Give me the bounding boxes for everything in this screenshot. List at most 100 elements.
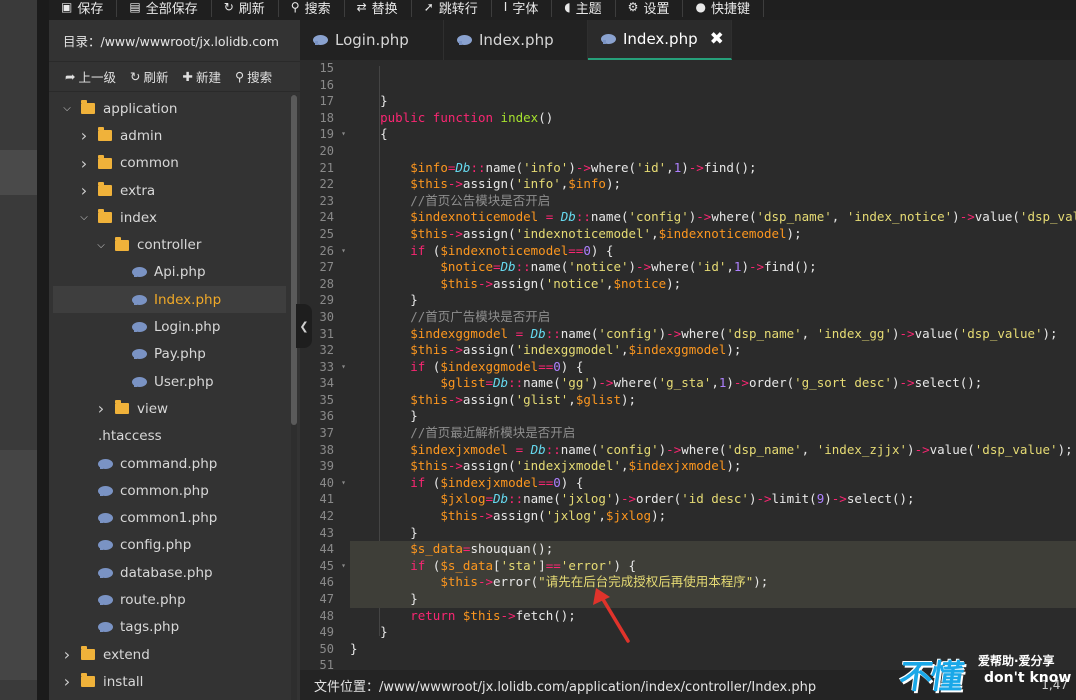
- line-number-text: 45: [319, 558, 334, 573]
- line-number: 36: [300, 408, 350, 425]
- chevron-right-icon[interactable]: ›: [78, 181, 90, 200]
- tree-item-install[interactable]: › install: [49, 668, 289, 695]
- line-number-text: 50: [319, 641, 334, 656]
- code-line: $info=Db::name('info')->where('id',1)->f…: [410, 159, 757, 175]
- tree-item-label: application: [103, 100, 178, 117]
- line-number-text: 46: [319, 575, 334, 590]
- fold-arrow-icon[interactable]: ▾: [341, 126, 346, 143]
- line-number: 43: [300, 525, 350, 542]
- chevron-down-icon[interactable]: ⌵: [78, 212, 90, 223]
- code-line: $jxlog=Db::name('jxlog')->order('id desc…: [440, 491, 915, 507]
- refresh-icon: ↻: [223, 0, 234, 14]
- save-all-button[interactable]: ▤ 全部保存: [117, 0, 212, 17]
- tree-item-index[interactable]: ⌵ index: [49, 204, 289, 231]
- font-button[interactable]: Ⅰ 字体: [492, 0, 553, 17]
- line-number: 24: [300, 209, 350, 226]
- code-editor[interactable]: 15 16 17 18 19 ▾ 20 21 22 23 24 25 26 ▾ 27 28 29 30 31 32 33…: [300, 60, 1076, 670]
- tree-item-tags-php[interactable]: tags.php: [49, 614, 289, 641]
- fold-arrow-icon[interactable]: ▾: [341, 359, 346, 376]
- line-number-text: 30: [319, 309, 334, 324]
- replace-button[interactable]: ⇄ 替换: [345, 0, 412, 17]
- code-content[interactable]: } public function index() { $info=Db::na…: [350, 60, 1076, 670]
- tree-item-index-php[interactable]: Index.php: [53, 286, 286, 314]
- sidebar-search-button[interactable]: ⚲ 搜索: [235, 67, 272, 86]
- tab-login-php[interactable]: Login.php: [300, 20, 444, 60]
- line-number: 49: [300, 624, 350, 641]
- refresh-button[interactable]: ↻ 刷新: [212, 0, 279, 17]
- tree-item-extra[interactable]: › extra: [49, 177, 289, 204]
- folder-icon: [98, 154, 112, 169]
- goto-line-button[interactable]: ➚ 跳转行: [412, 0, 492, 17]
- php-file-icon: [132, 349, 147, 360]
- php-file-icon: [132, 376, 147, 387]
- chevron-left-icon: ❮: [299, 319, 309, 333]
- up-level-button[interactable]: ➦ 上一级: [65, 67, 116, 86]
- watermark-slogan: 爱帮助·爱分享: [978, 654, 1055, 668]
- tab-index-php[interactable]: Index.php: [444, 20, 588, 60]
- tree-item-database-php[interactable]: database.php: [49, 559, 289, 586]
- tree-item-pay-php[interactable]: Pay.php: [49, 341, 289, 368]
- tree-item-login-php[interactable]: Login.php: [49, 313, 289, 340]
- chevron-right-icon[interactable]: ›: [61, 645, 73, 664]
- tree-item-common1-php[interactable]: common1.php: [49, 504, 289, 531]
- save-icon: ▣: [61, 0, 73, 14]
- sidebar-scrollbar[interactable]: [291, 95, 297, 700]
- line-number-text: 38: [319, 442, 334, 457]
- line-number-text: 51: [319, 658, 334, 670]
- line-number: 23: [300, 193, 350, 210]
- tree-item-extend[interactable]: › extend: [49, 641, 289, 668]
- php-file-icon: [601, 34, 616, 44]
- tree-item-application[interactable]: ⌵ application: [49, 95, 289, 122]
- tree-item-controller[interactable]: ⌵ controller: [49, 231, 289, 258]
- search-button[interactable]: ⚲ 搜索: [279, 0, 345, 17]
- tree-item-admin[interactable]: › admin: [49, 122, 289, 149]
- chevron-right-icon[interactable]: ›: [95, 399, 107, 418]
- code-line: public function index(): [380, 109, 554, 125]
- code-line: return $this->fetch();: [410, 607, 576, 623]
- save-button[interactable]: ▣ 保存: [49, 0, 118, 17]
- settings-button[interactable]: ⚙ 设置: [616, 0, 684, 17]
- code-line: }: [350, 93, 388, 109]
- folder-icon: [115, 236, 129, 251]
- php-file-icon: [98, 540, 113, 551]
- close-tab-icon[interactable]: ✖: [710, 29, 724, 49]
- background-band: [0, 450, 37, 680]
- fold-arrow-icon[interactable]: ▾: [341, 475, 346, 492]
- chevron-down-icon[interactable]: ⌵: [95, 240, 107, 251]
- chevron-right-icon[interactable]: ›: [61, 672, 73, 691]
- line-number-text: 32: [319, 343, 334, 358]
- sidebar-refresh-button[interactable]: ↻ 刷新: [130, 67, 169, 86]
- chevron-right-icon[interactable]: ›: [78, 154, 90, 173]
- line-number: 40 ▾: [300, 475, 350, 492]
- tree-item-common-php[interactable]: common.php: [49, 477, 289, 504]
- tree-item-htaccess[interactable]: .htaccess: [49, 423, 289, 450]
- tree-item-user-php[interactable]: User.php: [49, 368, 289, 395]
- tree-item-command-php[interactable]: command.php: [49, 450, 289, 477]
- tab-index-php-active[interactable]: Index.php ✖: [588, 20, 732, 60]
- php-file-icon: [98, 594, 113, 605]
- collapse-sidebar-button[interactable]: ❮: [296, 304, 312, 348]
- line-number: 16: [300, 77, 350, 94]
- line-number: 51: [300, 657, 350, 670]
- code-line: $this->assign('indexjxmodel',$indexjxmod…: [410, 458, 742, 474]
- tree-item-label: common: [120, 155, 179, 172]
- new-file-button[interactable]: ✚ 新建: [183, 67, 222, 86]
- theme-button[interactable]: ◖ 主题: [552, 0, 616, 17]
- scrollbar-thumb[interactable]: [291, 95, 297, 425]
- chevron-down-icon[interactable]: ⌵: [61, 103, 73, 114]
- tree-item-common[interactable]: › common: [49, 150, 289, 177]
- shortcuts-button[interactable]: ● 快捷键: [683, 0, 764, 17]
- plus-icon: ✚: [182, 69, 193, 84]
- fold-arrow-icon[interactable]: ▾: [341, 558, 346, 575]
- tree-item-view[interactable]: › view: [49, 395, 289, 422]
- line-number: 19 ▾: [300, 126, 350, 143]
- tree-item-route-php[interactable]: route.php: [49, 586, 289, 613]
- tree-item-api-php[interactable]: Api.php: [49, 259, 289, 286]
- tree-item-config-php[interactable]: config.php: [49, 532, 289, 559]
- fold-arrow-icon[interactable]: ▾: [341, 243, 346, 260]
- tree-item-label: Login.php: [154, 319, 221, 336]
- tree-item-label: view: [137, 400, 169, 417]
- folder-icon: [81, 673, 95, 688]
- line-number: 39: [300, 458, 350, 475]
- chevron-right-icon[interactable]: ›: [78, 126, 90, 145]
